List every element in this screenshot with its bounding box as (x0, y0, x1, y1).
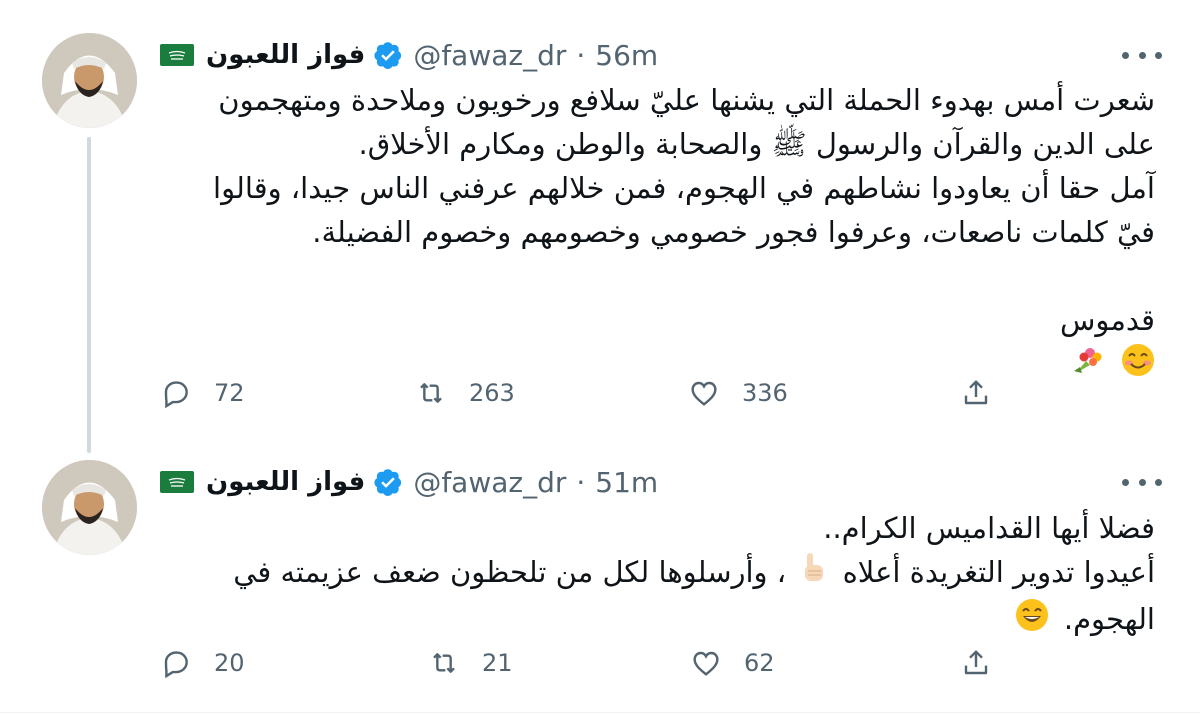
retweet-icon (420, 383, 442, 403)
tweet-line: آمل حقا أن يعاودوا نشاطهم في الهجوم، فمن… (213, 171, 1155, 205)
like-count: 336 (742, 379, 788, 407)
tweet-text: شعرت أمس بهدوء الحملة التي يشنها عليّ سل… (160, 78, 1155, 389)
heart-icon (693, 651, 719, 676)
author-name[interactable]: فواز اللعبون (206, 467, 365, 497)
like-button[interactable]: 62 (690, 647, 775, 679)
retweet-button[interactable]: 263 (415, 377, 515, 409)
retweet-button[interactable]: 21 (428, 647, 513, 679)
share-icon (964, 380, 988, 405)
tweet-line: أعيدوا تدوير التغريدة أعلاه ، وأرسلوها ل… (160, 550, 1155, 597)
separator-dot: · (576, 465, 586, 499)
tweet-timestamp[interactable]: 51m (595, 466, 658, 499)
like-count: 62 (744, 649, 775, 677)
share-button[interactable] (960, 377, 992, 409)
author-handle[interactable]: @fawaz_dr (413, 39, 566, 72)
separator-dot: · (576, 38, 586, 72)
tweet-line: قدموس (1059, 303, 1155, 337)
retweet-icon (433, 653, 455, 673)
tweet-segment: أعيدوا تدوير التغريدة أعلاه (842, 555, 1155, 589)
tweet-line: على الدين والقرآن والرسول ﷺ والصحابة وال… (358, 127, 1155, 161)
pointing-up-emoji (799, 551, 829, 597)
author-avatar[interactable] (42, 33, 137, 128)
tweet-header: فواز اللعبون @fawaz_dr · 51m (160, 460, 1130, 504)
like-button[interactable]: 336 (688, 377, 788, 409)
tweet-line: فضلا أيها القداميس الكرام.. (823, 511, 1155, 545)
reply-button[interactable]: 72 (160, 377, 245, 409)
share-icon (964, 650, 988, 675)
more-options-icon[interactable] (1122, 472, 1162, 492)
heart-icon (691, 381, 717, 406)
saudi-flag-icon (160, 44, 194, 66)
reply-count: 20 (214, 649, 245, 677)
retweet-count: 263 (469, 379, 515, 407)
tweet-line: شعرت أمس بهدوء الحملة التي يشنها عليّ سل… (218, 83, 1155, 117)
tweet-timestamp[interactable]: 56m (595, 39, 658, 72)
bottom-divider (0, 712, 1200, 713)
reply-button[interactable]: 20 (160, 647, 245, 679)
retweet-count: 21 (482, 649, 513, 677)
tweet-line: الهجوم. (160, 597, 1155, 644)
tweet-segment: الهجوم. (1063, 602, 1155, 636)
tweet-actions: 72 263 336 (160, 377, 1160, 417)
author-name[interactable]: فواز اللعبون (206, 40, 365, 70)
tweet-header: فواز اللعبون @fawaz_dr · 56m (160, 33, 1130, 77)
more-options-icon[interactable] (1122, 45, 1162, 65)
grinning-face-emoji (1015, 598, 1049, 644)
tweet-text: فضلا أيها القداميس الكرام.. أعيدوا تدوير… (160, 506, 1155, 644)
author-avatar[interactable] (42, 460, 137, 555)
reply-icon (164, 381, 188, 409)
tweet-line: فيّ كلمات ناصعات، وعرفوا فجور خصومي وخصو… (312, 215, 1155, 249)
reply-count: 72 (214, 379, 245, 407)
verified-badge-icon (373, 467, 403, 497)
verified-badge-icon (373, 40, 403, 70)
author-handle[interactable]: @fawaz_dr (413, 466, 566, 499)
reply-icon (164, 651, 188, 679)
tweet-1[interactable]: فواز اللعبون @fawaz_dr · 56m شعرت أمس به… (0, 0, 1200, 450)
saudi-flag-icon (160, 471, 194, 493)
tweet-2[interactable]: فواز اللعبون @fawaz_dr · 51m فضلا أيها ا… (0, 450, 1200, 710)
share-button[interactable] (960, 647, 992, 679)
tweet-segment: ، وأرسلوها لكل من تلحظون ضعف عزيمته في (233, 555, 787, 589)
tweet-actions: 20 21 62 (160, 647, 1160, 687)
